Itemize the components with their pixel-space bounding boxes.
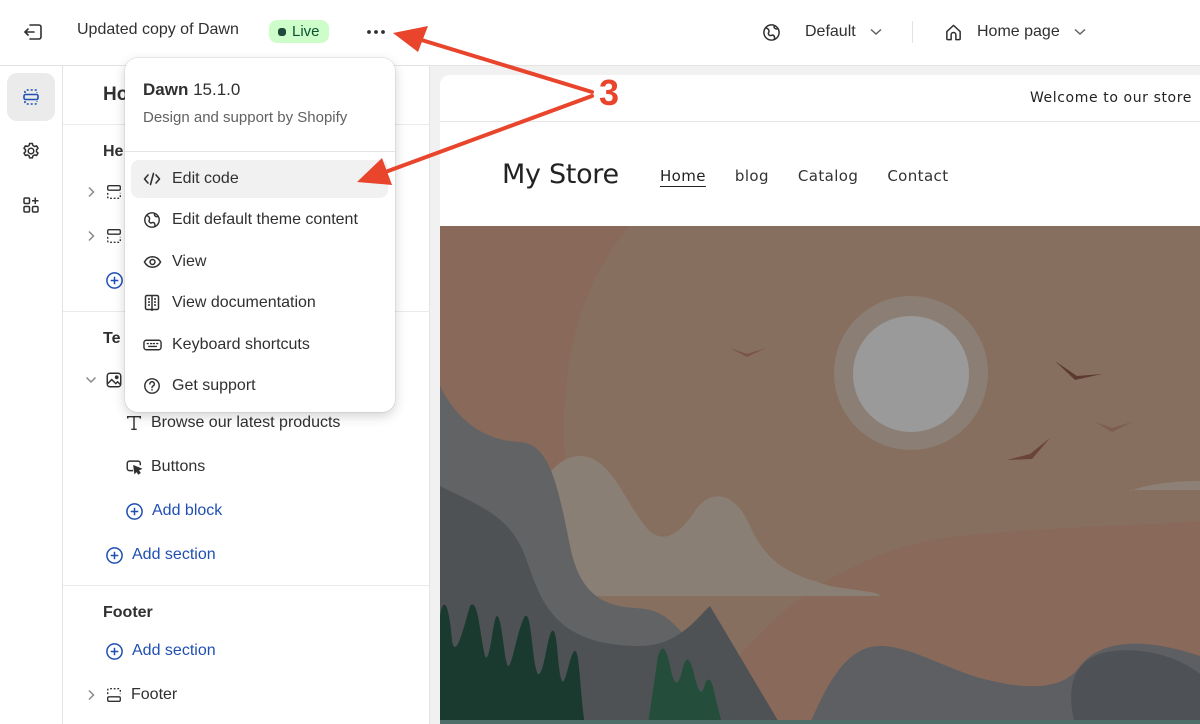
add-section-label: Add section xyxy=(132,642,216,659)
plus-circle-icon xyxy=(126,502,143,520)
hero-bottom-strip xyxy=(440,720,1200,724)
globe-icon xyxy=(763,23,780,41)
block-label: Browse our latest products xyxy=(151,414,341,431)
menu-item-label: View xyxy=(172,253,207,270)
menu-item-label: Get support xyxy=(172,377,256,394)
book-icon xyxy=(144,294,160,311)
menu-divider xyxy=(125,151,395,152)
theme-name: Updated copy of Dawn xyxy=(77,21,239,38)
icon-rail xyxy=(0,66,63,724)
block-row-buttons[interactable]: Buttons xyxy=(125,453,205,481)
announcement-bar: Welcome to our store xyxy=(440,75,1200,122)
add-section-label: Add section xyxy=(132,546,216,563)
header-section-row[interactable] xyxy=(83,178,123,206)
rail-sections-button[interactable] xyxy=(7,73,55,121)
chevron-down-icon xyxy=(83,376,99,384)
gear-icon xyxy=(23,142,39,159)
menu-item-label: Edit code xyxy=(172,170,239,187)
chevron-right-icon xyxy=(83,230,99,242)
market-selector[interactable]: Default xyxy=(762,18,882,46)
plus-circle-icon xyxy=(106,642,123,660)
menu-item-label: Edit default theme content xyxy=(172,211,358,228)
image-icon xyxy=(106,372,122,388)
image-banner-section-row[interactable] xyxy=(83,366,123,394)
status-dot-icon xyxy=(278,27,286,36)
menu-item-get-support[interactable]: Get support xyxy=(131,367,388,405)
more-actions-button[interactable] xyxy=(362,18,390,46)
page-selector[interactable]: Home page xyxy=(944,18,1086,46)
globe-icon xyxy=(144,212,160,228)
exit-icon xyxy=(24,24,42,40)
store-nav-blog[interactable]: blog xyxy=(735,167,769,185)
chevron-down-icon xyxy=(870,28,882,36)
home-icon xyxy=(946,24,961,40)
store-logo[interactable]: My Store xyxy=(502,159,619,190)
header-section-icon xyxy=(107,229,121,243)
footer-section-row[interactable]: Footer xyxy=(83,681,177,709)
chevron-right-icon xyxy=(83,186,99,198)
theme-actions-menu: Dawn 15.1.0 Design and support by Shopif… xyxy=(125,58,395,412)
apps-add-icon xyxy=(23,197,39,213)
footer-section-icon xyxy=(107,688,121,702)
header-section-icon xyxy=(107,185,121,199)
store-nav-contact[interactable]: Contact xyxy=(887,167,948,185)
header-add-section-button[interactable] xyxy=(105,266,124,294)
status-badge-label: Live xyxy=(292,23,320,40)
store-nav-home[interactable]: Home xyxy=(660,167,706,185)
menu-item-edit-code[interactable]: Edit code xyxy=(131,160,388,198)
header-section-row[interactable] xyxy=(83,222,123,250)
announcement-text: Welcome to our store xyxy=(1029,90,1192,106)
menu-item-label: Keyboard shortcuts xyxy=(172,336,310,353)
store-header: My Store Home blog Catalog Contact xyxy=(440,123,1200,226)
text-icon xyxy=(126,415,142,431)
menu-theme-name: Dawn xyxy=(143,80,189,99)
chevron-down-icon xyxy=(1074,28,1086,36)
footer-section-label: Footer xyxy=(131,686,178,703)
question-circle-icon xyxy=(144,378,160,394)
block-label: Buttons xyxy=(151,458,206,475)
annotation-step-number: 3 xyxy=(599,72,620,113)
eye-icon xyxy=(143,256,161,268)
header-group-label: He xyxy=(103,143,124,160)
menu-item-edit-default-content[interactable]: Edit default theme content xyxy=(131,201,388,239)
chevron-right-icon xyxy=(83,689,99,701)
keyboard-icon xyxy=(142,339,162,351)
rail-app-embeds-button[interactable] xyxy=(7,181,55,229)
menu-item-label: View documentation xyxy=(172,294,316,311)
top-bar: Updated copy of Dawn Live Default Home p… xyxy=(0,0,1200,66)
hero-image xyxy=(440,226,1200,724)
storefront-preview[interactable]: Welcome to our store My Store Home blog … xyxy=(440,75,1200,724)
button-cursor-icon xyxy=(126,460,143,475)
menu-theme-info: Dawn 15.1.0 xyxy=(143,80,347,100)
moon xyxy=(853,316,969,432)
store-nav: Home blog Catalog Contact xyxy=(660,167,948,185)
more-horizontal-icon xyxy=(367,30,385,34)
exit-editor-button[interactable] xyxy=(20,20,46,44)
menu-item-view[interactable]: View xyxy=(131,243,388,281)
code-icon xyxy=(143,172,161,186)
status-badge: Live xyxy=(269,20,329,43)
market-selector-label: Default xyxy=(805,23,856,40)
menu-item-view-documentation[interactable]: View documentation xyxy=(131,284,388,322)
plus-circle-icon xyxy=(106,546,123,564)
block-row-text[interactable]: Browse our latest products xyxy=(125,409,340,437)
store-nav-catalog[interactable]: Catalog xyxy=(798,167,858,185)
add-block-button[interactable]: Add block xyxy=(125,497,222,525)
divider xyxy=(63,585,430,586)
add-block-label: Add block xyxy=(152,502,223,519)
menu-item-keyboard-shortcuts[interactable]: Keyboard shortcuts xyxy=(131,326,388,364)
template-add-section-button[interactable]: Add section xyxy=(105,541,216,569)
template-group-label: Te xyxy=(103,330,121,347)
footer-group-label: Footer xyxy=(103,604,153,621)
menu-theme-subtitle: Design and support by Shopify xyxy=(143,109,348,126)
footer-add-section-button[interactable]: Add section xyxy=(105,637,216,665)
plus-circle-icon xyxy=(106,271,123,289)
menu-theme-version: 15.1.0 xyxy=(193,80,241,99)
selector-divider xyxy=(912,21,913,43)
page-selector-label: Home page xyxy=(977,23,1060,40)
rail-theme-settings-button[interactable] xyxy=(7,127,55,175)
menu-header: Dawn 15.1.0 Design and support by Shopif… xyxy=(143,80,347,126)
sections-icon xyxy=(23,89,39,105)
